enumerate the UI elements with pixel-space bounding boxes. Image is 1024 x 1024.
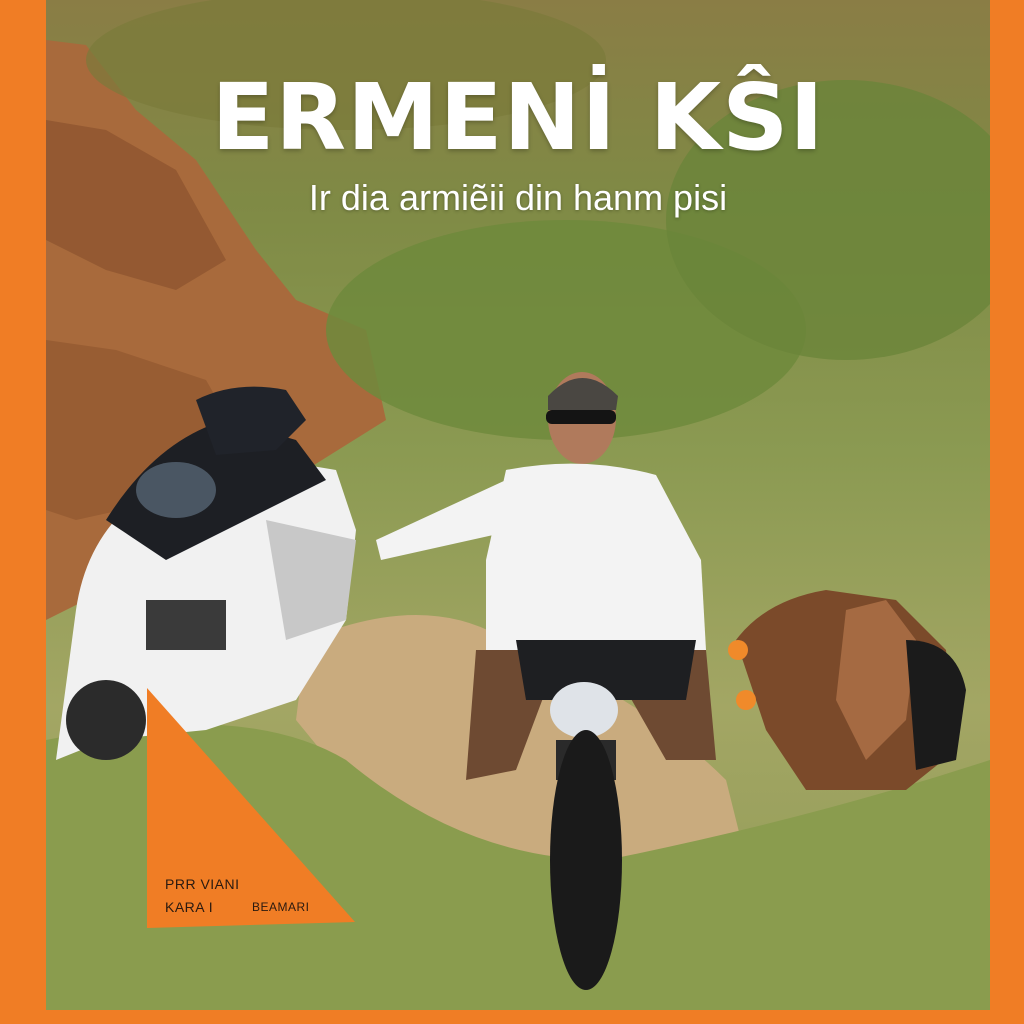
orange-triangle-badge	[147, 688, 355, 928]
poster: ERMENİ KŜI Ir dia armiẽii din hanm pisi …	[0, 0, 1024, 1024]
badge-line-1: PRR VIANI	[165, 876, 240, 892]
right-motorcycle	[728, 590, 966, 790]
badge-line-2b: BEAMARI	[252, 900, 310, 914]
badge-line-2a: KARA I	[165, 899, 214, 915]
poster-title: ERMENİ KŜI	[211, 64, 825, 171]
poster-subtitle: Ir dia armiẽii din hanm pisi	[308, 177, 728, 218]
